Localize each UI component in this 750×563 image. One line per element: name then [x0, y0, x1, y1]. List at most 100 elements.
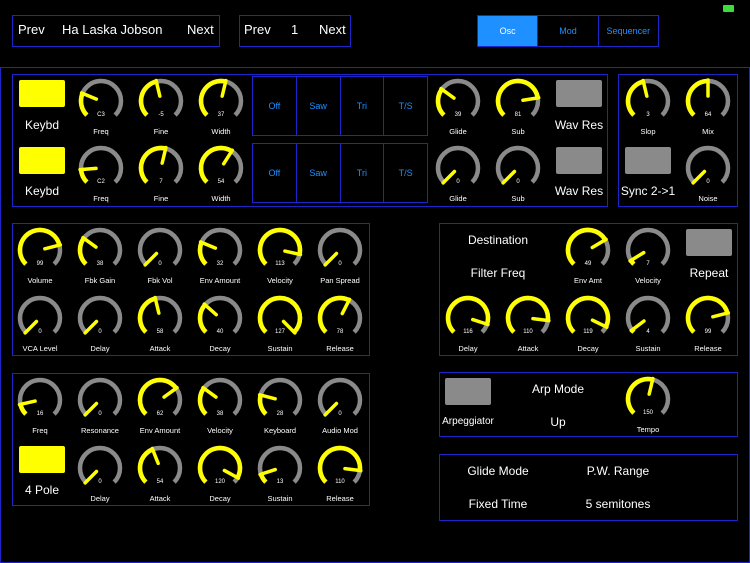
sync-toggle[interactable]	[625, 147, 671, 174]
osc1-sub-knob[interactable]: 81 Sub	[490, 76, 546, 140]
mod-env-row2-delay-knob[interactable]: 116 Delay	[440, 293, 496, 357]
osc1-wave-saw[interactable]: Saw	[297, 77, 341, 135]
pw-range-value[interactable]: 5 semitones	[573, 497, 663, 511]
amp-row2-release-knob-value-arc	[317, 295, 351, 334]
amp-row2-attack-knob-graphic: 58 Attack	[137, 295, 183, 353]
mod-env-row2-sustain-knob[interactable]: 4 Sustain	[620, 293, 676, 357]
glide-mode-value[interactable]: Fixed Time	[458, 497, 538, 511]
osc2-wav-res-toggle[interactable]	[556, 147, 602, 174]
osc1-freq-knob[interactable]: C3 Freq	[73, 76, 129, 140]
osc2-width-knob[interactable]: 54 Width	[193, 143, 249, 207]
amp-row2-decay-knob[interactable]: 40 Decay	[192, 293, 248, 357]
filter-row2-sustain-knob[interactable]: 13 Sustain	[252, 443, 308, 507]
osc2-sub-knob[interactable]: 0 Sub	[490, 143, 546, 207]
amp-row1-fbk-vol-knob[interactable]: 0 Fbk Vol	[132, 225, 188, 289]
bank-prev-button[interactable]: Prev	[244, 22, 271, 37]
osc2-glide-knob[interactable]: 0 Glide	[430, 143, 486, 207]
tab-osc[interactable]: Osc	[478, 16, 539, 46]
four-pole-toggle[interactable]	[19, 446, 65, 473]
filter-row2-decay-knob[interactable]: 120 Decay	[192, 443, 248, 507]
filter-row2-delay-knob-pointer	[83, 469, 99, 485]
amp-row1-pan-spread-knob[interactable]: 0 Pan Spread	[312, 225, 368, 289]
mod-env-row2-release-knob[interactable]: 99 Release	[680, 293, 736, 357]
osc1-wave-off[interactable]: Off	[253, 77, 297, 135]
osc1-glide-knob[interactable]: 39 Glide	[430, 76, 486, 140]
mix-knob[interactable]: 64 Mix	[680, 76, 736, 140]
filter-row1-env-amount-knob[interactable]: 62 Env Amount	[132, 375, 188, 439]
mod-env-row2-attack-knob-value-arc	[505, 295, 551, 334]
osc2-wave-saw[interactable]: Saw	[297, 144, 341, 202]
filter-row2-attack-knob-value: 54	[157, 479, 164, 485]
filter-row2-release-knob-label: Release	[326, 494, 354, 503]
osc2-freq-knob[interactable]: C2 Freq	[73, 143, 129, 207]
amp-row2-decay-knob-track	[197, 295, 243, 334]
mod-env-row2-attack-knob[interactable]: 110 Attack	[500, 293, 556, 357]
noise-knob-track	[685, 145, 731, 184]
filter-row2-release-knob[interactable]: 110 Release	[312, 443, 368, 507]
noise-knob-value: 0	[706, 179, 710, 185]
mod-env-row2-attack-knob-label: Attack	[518, 344, 539, 353]
filter-row1-freq-knob[interactable]: 16 Freq	[12, 375, 68, 439]
filter-row2-sustain-knob-graphic: 13 Sustain	[257, 445, 303, 503]
mod-env-row2-decay-knob[interactable]: 119 Decay	[560, 293, 616, 357]
filter-row2-decay-knob-graphic: 120 Decay	[197, 445, 243, 503]
filter-row2-delay-knob[interactable]: 0 Delay	[72, 443, 128, 507]
amp-row2-attack-knob[interactable]: 58 Attack	[132, 293, 188, 357]
tempo-knob[interactable]: 150 Tempo	[620, 374, 676, 438]
mod-env-row2-attack-knob-value: 110	[523, 329, 533, 335]
filter-row1-resonance-knob-value: 0	[98, 411, 102, 417]
osc2-glide-knob-graphic: 0 Glide	[435, 145, 481, 203]
osc2-wave-tri[interactable]: Tri	[341, 144, 385, 202]
osc1-fine-knob[interactable]: -5 Fine	[133, 76, 189, 140]
tab-mod[interactable]: Mod	[538, 16, 599, 46]
amp-row1-velocity-knob[interactable]: 113 Velocity	[252, 225, 308, 289]
filter-row1-keyboard-knob-graphic: 28 Keyboard	[257, 377, 303, 435]
amp-row2-vca-level-knob[interactable]: 0 VCA Level	[12, 293, 68, 357]
osc1-width-knob[interactable]: 37 Width	[193, 76, 249, 140]
osc2-wave-off[interactable]: Off	[253, 144, 297, 202]
filter-row1-resonance-knob-track	[77, 377, 123, 416]
osc2-fine-knob[interactable]: 7 Fine	[133, 143, 189, 207]
filter-row1-resonance-knob[interactable]: 0 Resonance	[72, 375, 128, 439]
mod-env-row2-sustain-knob-graphic: 4 Sustain	[625, 295, 671, 353]
osc2-wave-ts[interactable]: T/S	[384, 144, 427, 202]
amp-row2-release-knob[interactable]: 78 Release	[312, 293, 368, 357]
osc2-fine-knob-label: Fine	[154, 194, 169, 203]
filter-row2-attack-knob[interactable]: 54 Attack	[132, 443, 188, 507]
osc1-wave-tri[interactable]: Tri	[341, 77, 385, 135]
mod-velocity-knob-graphic: 7 Velocity	[625, 227, 671, 285]
filter-row1-audio-mod-knob-value: 0	[338, 411, 342, 417]
mod-env-amt-knob[interactable]: 49 Env Amt	[560, 225, 616, 289]
preset-prev-button[interactable]: Prev	[18, 22, 45, 37]
osc2-keybd-toggle[interactable]	[19, 147, 65, 174]
tab-sequencer[interactable]: Sequencer	[599, 16, 658, 46]
preset-next-button[interactable]: Next	[187, 22, 214, 37]
filter-row2-decay-knob-pointer	[222, 468, 241, 480]
amp-row2-delay-knob[interactable]: 0 Delay	[72, 293, 128, 357]
filter-row1-keyboard-knob[interactable]: 28 Keyboard	[252, 375, 308, 439]
amp-row2-sustain-knob[interactable]: 127 Sustain	[252, 293, 308, 357]
noise-knob[interactable]: 0 Noise	[680, 143, 736, 207]
osc1-wave-ts[interactable]: T/S	[384, 77, 427, 135]
arpeggiator-toggle[interactable]	[445, 378, 491, 405]
filter-row1-velocity-knob[interactable]: 38 Velocity	[192, 375, 248, 439]
repeat-toggle[interactable]	[686, 229, 732, 256]
filter-row1-velocity-knob-value: 38	[217, 411, 224, 417]
osc2-sub-knob-pointer	[501, 169, 517, 185]
osc1-wav-res-toggle[interactable]	[556, 80, 602, 107]
mod-env-row2-delay-knob-graphic: 116 Delay	[445, 295, 491, 353]
osc2-freq-knob-track	[78, 145, 124, 184]
mod-velocity-knob[interactable]: 7 Velocity	[620, 225, 676, 289]
amp-row1-env-amount-knob[interactable]: 32 Env Amount	[192, 225, 248, 289]
amp-row1-fbk-gain-knob[interactable]: 38 Fbk Gain	[72, 225, 128, 289]
bank-next-button[interactable]: Next	[319, 22, 346, 37]
amp-row1-fbk-vol-knob-label: Fbk Vol	[147, 276, 172, 285]
slop-knob[interactable]: 3 Slop	[620, 76, 676, 140]
destination-value[interactable]: Filter Freq	[458, 266, 538, 280]
mod-env-row2-decay-knob-value-arc	[565, 295, 611, 334]
osc1-keybd-toggle[interactable]	[19, 80, 65, 107]
filter-row1-audio-mod-knob[interactable]: 0 Audio Mod	[312, 375, 368, 439]
amp-row1-volume-knob[interactable]: 99 Volume	[12, 225, 68, 289]
amp-row1-velocity-knob-graphic: 113 Velocity	[257, 227, 303, 285]
arp-mode-value[interactable]: Up	[518, 415, 598, 429]
